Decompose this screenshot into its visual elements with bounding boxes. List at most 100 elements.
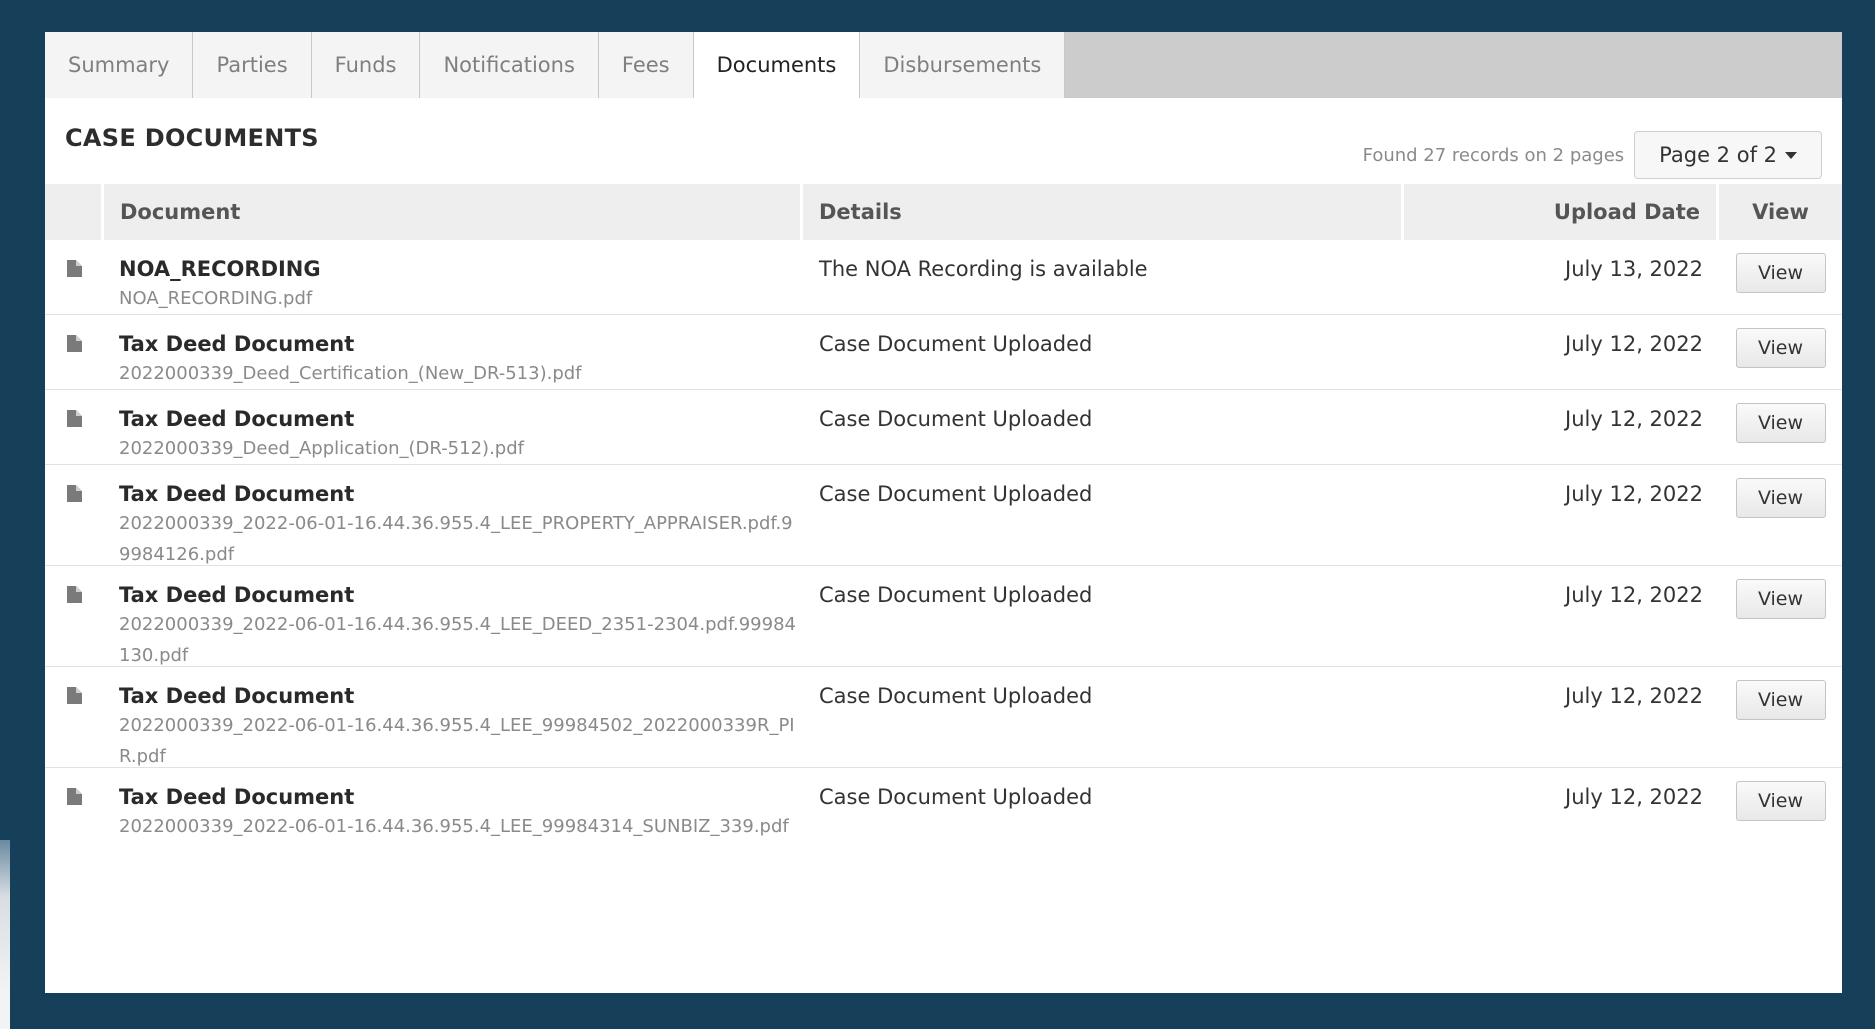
view-cell: View <box>1719 465 1842 565</box>
details-cell: Case Document Uploaded <box>803 566 1404 666</box>
upload-date-cell: July 12, 2022 <box>1404 768 1719 869</box>
view-cell: View <box>1719 315 1842 389</box>
header-document: Document <box>104 184 803 240</box>
upload-date: July 12, 2022 <box>1565 684 1703 708</box>
document-cell: NOA_RECORDING NOA_RECORDING.pdf <box>104 240 803 314</box>
details-text: Case Document Uploaded <box>819 407 1093 431</box>
details-text: Case Document Uploaded <box>819 583 1093 607</box>
view-cell: View <box>1719 667 1842 767</box>
view-cell: View <box>1719 390 1842 464</box>
upload-date-cell: July 12, 2022 <box>1404 315 1719 389</box>
document-filename: 2022000339_Deed_Application_(DR-512).pdf <box>119 438 524 459</box>
background-page-edge <box>0 840 10 1029</box>
document-filename: 2022000339_2022-06-01-16.44.36.955.4_LEE… <box>119 614 796 666</box>
details-cell: Case Document Uploaded <box>803 390 1404 464</box>
view-button[interactable]: View <box>1735 253 1826 293</box>
details-cell: Case Document Uploaded <box>803 315 1404 389</box>
upload-date: July 13, 2022 <box>1565 257 1703 281</box>
document-cell: Tax Deed Document 2022000339_Deed_Certif… <box>104 315 803 389</box>
tab-notifications[interactable]: Notifications <box>420 32 599 98</box>
view-button[interactable]: View <box>1735 781 1826 821</box>
page-select-label: Page 2 of 2 <box>1659 143 1777 167</box>
tab-documents[interactable]: Documents <box>693 32 861 98</box>
table-row: Tax Deed Document 2022000339_2022-06-01-… <box>45 465 1842 566</box>
document-cell: Tax Deed Document 2022000339_2022-06-01-… <box>104 768 803 869</box>
view-button[interactable]: View <box>1735 579 1826 619</box>
details-text: Case Document Uploaded <box>819 785 1093 809</box>
view-cell: View <box>1719 768 1842 869</box>
upload-date-cell: July 13, 2022 <box>1404 240 1719 314</box>
record-count: Found 27 records on 2 pages <box>1362 144 1625 166</box>
document-name: Tax Deed Document <box>119 684 355 708</box>
upload-date-cell: July 12, 2022 <box>1404 667 1719 767</box>
document-filename: 2022000339_2022-06-01-16.44.36.955.4_LEE… <box>119 513 793 565</box>
table-header: Document Details Upload Date View <box>45 184 1842 240</box>
view-button[interactable]: View <box>1735 478 1826 518</box>
file-icon <box>45 667 104 767</box>
upload-date: July 12, 2022 <box>1565 407 1703 431</box>
tab-summary[interactable]: Summary <box>45 32 194 98</box>
tab-parties[interactable]: Parties <box>193 32 312 98</box>
document-name: Tax Deed Document <box>119 785 355 809</box>
view-button[interactable]: View <box>1735 328 1826 368</box>
table-row: Tax Deed Document 2022000339_2022-06-01-… <box>45 566 1842 667</box>
case-panel: Summary Parties Funds Notifications Fees… <box>45 32 1842 993</box>
table-body: NOA_RECORDING NOA_RECORDING.pdf The NOA … <box>45 240 1842 869</box>
tab-fees[interactable]: Fees <box>598 32 694 98</box>
document-cell: Tax Deed Document 2022000339_2022-06-01-… <box>104 465 803 565</box>
upload-date-cell: July 12, 2022 <box>1404 465 1719 565</box>
document-name: Tax Deed Document <box>119 407 355 431</box>
details-text: Case Document Uploaded <box>819 684 1093 708</box>
section-title: CASE DOCUMENTS <box>65 124 319 152</box>
document-name: Tax Deed Document <box>119 583 355 607</box>
details-text: Case Document Uploaded <box>819 332 1093 356</box>
header-view: View <box>1719 184 1842 240</box>
upload-date-cell: July 12, 2022 <box>1404 566 1719 666</box>
view-button[interactable]: View <box>1735 680 1826 720</box>
document-filename: 2022000339_2022-06-01-16.44.36.955.4_LEE… <box>119 715 795 767</box>
view-cell: View <box>1719 240 1842 314</box>
page-select-button[interactable]: Page 2 of 2 <box>1634 131 1822 179</box>
view-button[interactable]: View <box>1735 403 1826 443</box>
tab-bar: Summary Parties Funds Notifications Fees… <box>45 32 1842 98</box>
document-cell: Tax Deed Document 2022000339_2022-06-01-… <box>104 566 803 666</box>
header-details: Details <box>803 184 1404 240</box>
header-upload-date: Upload Date <box>1404 184 1719 240</box>
caret-down-icon <box>1785 151 1797 159</box>
file-icon <box>45 240 104 314</box>
document-filename: 2022000339_2022-06-01-16.44.36.955.4_LEE… <box>119 816 789 837</box>
document-cell: Tax Deed Document 2022000339_Deed_Applic… <box>104 390 803 464</box>
section-header: CASE DOCUMENTS Found 27 records on 2 pag… <box>45 98 1842 184</box>
details-text: Case Document Uploaded <box>819 482 1093 506</box>
document-filename: NOA_RECORDING.pdf <box>119 288 313 309</box>
details-cell: Case Document Uploaded <box>803 768 1404 869</box>
header-icon-column <box>45 184 104 240</box>
upload-date: July 12, 2022 <box>1565 482 1703 506</box>
document-name: NOA_RECORDING <box>119 257 321 281</box>
tab-funds[interactable]: Funds <box>311 32 421 98</box>
table-row: NOA_RECORDING NOA_RECORDING.pdf The NOA … <box>45 240 1842 315</box>
upload-date-cell: July 12, 2022 <box>1404 390 1719 464</box>
upload-date: July 12, 2022 <box>1565 583 1703 607</box>
table-row: Tax Deed Document 2022000339_Deed_Certif… <box>45 315 1842 390</box>
document-name: Tax Deed Document <box>119 482 355 506</box>
table-row: Tax Deed Document 2022000339_2022-06-01-… <box>45 667 1842 768</box>
file-icon <box>45 566 104 666</box>
table-row: Tax Deed Document 2022000339_2022-06-01-… <box>45 768 1842 869</box>
details-cell: The NOA Recording is available <box>803 240 1404 314</box>
document-filename: 2022000339_Deed_Certification_(New_DR-51… <box>119 363 582 384</box>
pager: Found 27 records on 2 pages Page 2 of 2 <box>1363 131 1822 179</box>
tab-disbursements[interactable]: Disbursements <box>860 32 1066 98</box>
upload-date: July 12, 2022 <box>1565 785 1703 809</box>
file-icon <box>45 390 104 464</box>
details-cell: Case Document Uploaded <box>803 465 1404 565</box>
table-row: Tax Deed Document 2022000339_Deed_Applic… <box>45 390 1842 465</box>
document-name: Tax Deed Document <box>119 332 355 356</box>
details-cell: Case Document Uploaded <box>803 667 1404 767</box>
view-cell: View <box>1719 566 1842 666</box>
file-icon <box>45 465 104 565</box>
document-cell: Tax Deed Document 2022000339_2022-06-01-… <box>104 667 803 767</box>
upload-date: July 12, 2022 <box>1565 332 1703 356</box>
file-icon <box>45 768 104 869</box>
file-icon <box>45 315 104 389</box>
